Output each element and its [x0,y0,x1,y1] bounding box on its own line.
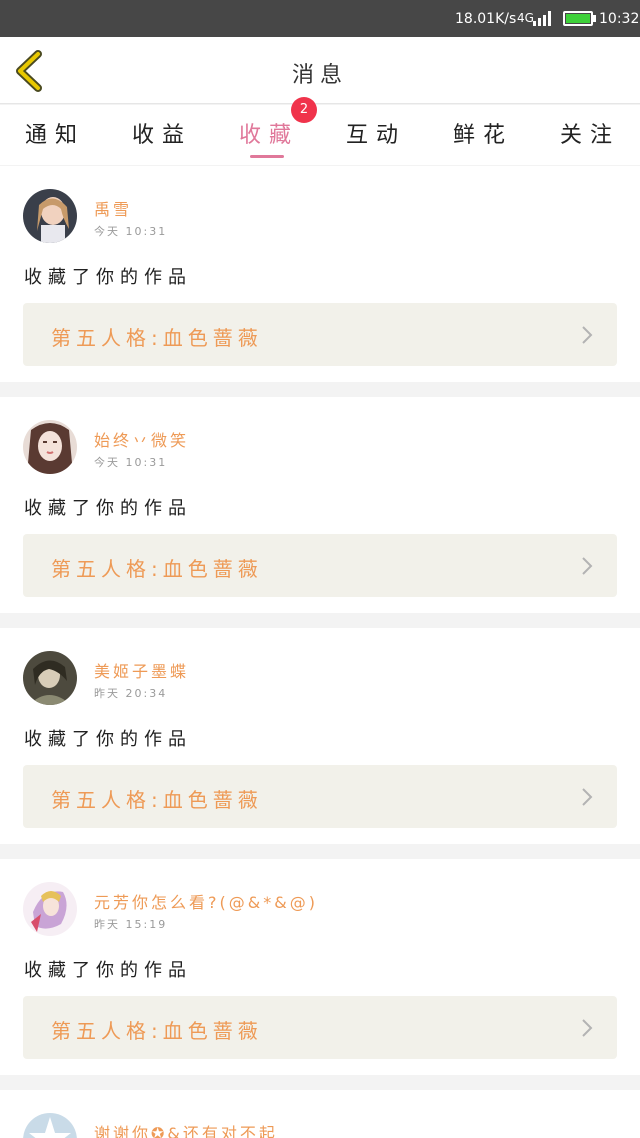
work-link[interactable]: 第五人格:血色蔷薇 [23,996,617,1059]
chevron-right-icon [582,788,593,806]
action-text: 收藏了你的作品 [24,267,192,288]
avatar[interactable] [23,651,77,705]
action-text: 收藏了你的作品 [24,960,192,981]
avatar[interactable] [23,1113,77,1138]
message-time: 昨天 20:34 [94,687,168,700]
work-title: 第五人格:血色蔷薇 [51,557,263,581]
username[interactable]: 美姬子墨蝶 [94,658,189,682]
tab-bar: 通知 收益 收藏 2 互动 鲜花 关注 [0,97,640,165]
work-link[interactable]: 第五人格:血色蔷薇 [23,534,617,597]
username[interactable]: 谢谢你✪&还有对不起 [94,1120,278,1138]
chevron-right-icon [582,326,593,344]
tab-flowers[interactable]: 鲜花 [438,117,528,157]
username[interactable]: 禹雪 [94,196,132,220]
chevron-right-icon [582,557,593,575]
work-link[interactable]: 第五人格:血色蔷薇 [23,303,617,366]
avatar[interactable] [23,420,77,474]
status-time: 10:32 [599,11,640,27]
tab-follows[interactable]: 关注 [545,117,635,157]
message-card: 美姬子墨蝶 昨天 20:34 收藏了你的作品 第五人格:血色蔷薇 [0,628,640,844]
tab-notifications[interactable]: 通知 [10,117,100,157]
message-time: 今天 10:31 [94,225,168,238]
tab-earnings[interactable]: 收益 [117,117,207,157]
message-card: 禹雪 今天 10:31 收藏了你的作品 第五人格:血色蔷薇 [0,166,640,382]
network-type: 4G [517,11,534,25]
username[interactable]: 元芳你怎么看?(@&*&@) [94,889,318,913]
work-title: 第五人格:血色蔷薇 [51,1019,263,1043]
message-card: 始终丷微笑 今天 10:31 收藏了你的作品 第五人格:血色蔷薇 [0,397,640,613]
work-title: 第五人格:血色蔷薇 [51,326,263,350]
status-bar: 18.01K/s 4G 10:32 [0,0,640,37]
message-card: 元芳你怎么看?(@&*&@) 昨天 15:19 收藏了你的作品 第五人格:血色蔷… [0,859,640,1075]
tab-favorites[interactable]: 收藏 [224,117,314,157]
username[interactable]: 始终丷微笑 [94,427,189,451]
chevron-right-icon [582,1019,593,1037]
active-tab-indicator [250,155,284,158]
message-time: 昨天 15:19 [94,918,168,931]
app-header: 消息 [0,37,640,104]
network-speed: 18.01K/s [455,11,517,27]
action-text: 收藏了你的作品 [24,729,192,750]
avatar[interactable] [23,189,77,243]
signal-icon [533,10,555,26]
avatar[interactable] [23,882,77,936]
page-title: 消息 [291,63,348,88]
message-card: 谢谢你✪&还有对不起 [0,1090,640,1138]
work-link[interactable]: 第五人格:血色蔷薇 [23,765,617,828]
battery-icon [563,11,593,26]
message-time: 今天 10:31 [94,456,168,469]
unread-badge: 2 [291,97,317,123]
tab-interactions[interactable]: 互动 [331,117,421,157]
action-text: 收藏了你的作品 [24,498,192,519]
work-title: 第五人格:血色蔷薇 [51,788,263,812]
